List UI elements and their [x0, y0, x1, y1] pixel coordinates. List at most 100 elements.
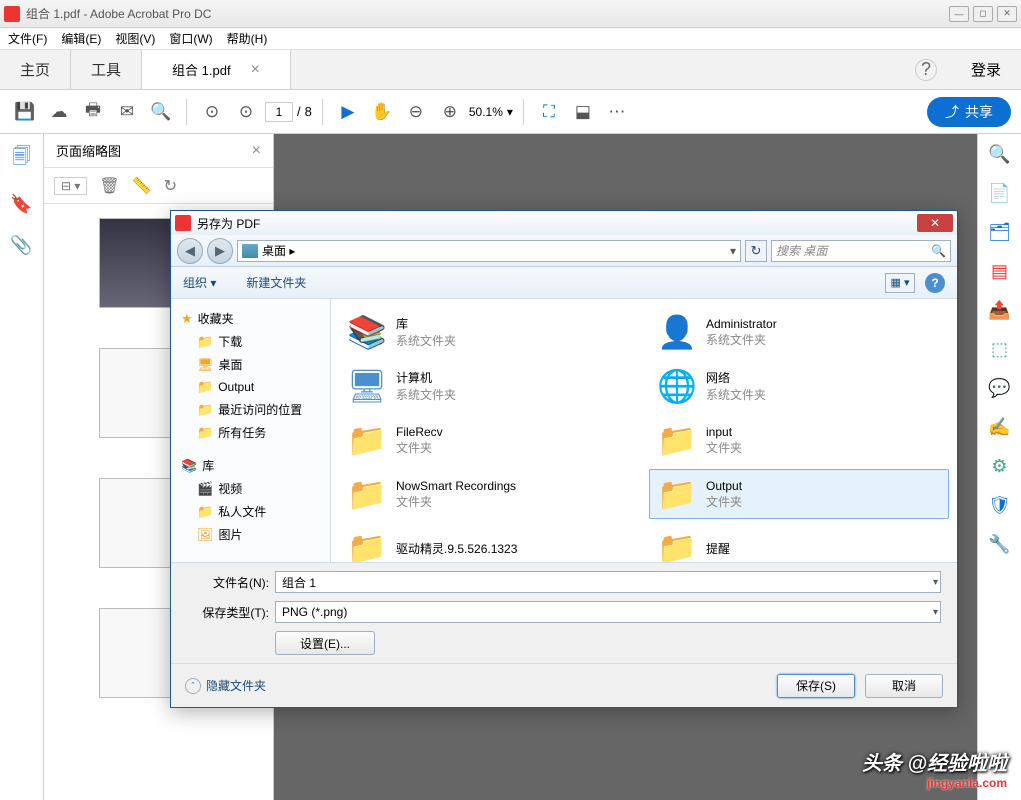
- tree-favorites[interactable]: ★收藏夹: [177, 307, 324, 330]
- file-name: Administrator: [706, 317, 777, 331]
- tab-close-icon[interactable]: ×: [251, 61, 260, 79]
- close-button[interactable]: ✕: [997, 6, 1017, 22]
- tree-recent[interactable]: 📁最近访问的位置: [193, 398, 324, 421]
- search-icon: 🔍: [931, 244, 946, 258]
- page-input[interactable]: [265, 102, 293, 122]
- menu-view[interactable]: 视图(V): [115, 30, 155, 47]
- menu-file[interactable]: 文件(F): [8, 30, 47, 47]
- folder-icon: 📁: [346, 474, 388, 514]
- view-mode-button[interactable]: ▦ ▾: [885, 273, 915, 293]
- optimize-icon[interactable]: ⚙: [991, 456, 1007, 477]
- tab-document[interactable]: 组合 1.pdf ×: [142, 50, 291, 89]
- tools-icon[interactable]: 🔧: [988, 534, 1010, 555]
- nav-back-button[interactable]: ◀: [177, 238, 203, 264]
- tree-video[interactable]: 🎬视频: [193, 477, 324, 500]
- thumb-delete-icon[interactable]: 🗑: [99, 176, 119, 196]
- save-icon[interactable]: 💾: [10, 97, 40, 127]
- fit-icon[interactable]: ⛶: [534, 97, 564, 127]
- filetype-select[interactable]: PNG (*.png) ▾: [275, 601, 941, 623]
- thumb-rotate-icon[interactable]: ↻: [164, 176, 177, 196]
- hand-icon[interactable]: ✋: [367, 97, 397, 127]
- more-icon[interactable]: ⋯: [602, 97, 632, 127]
- file-name: NowSmart Recordings: [396, 479, 516, 493]
- tree-output[interactable]: 📁Output: [193, 376, 324, 398]
- pointer-icon[interactable]: ▶: [333, 97, 363, 127]
- refresh-button[interactable]: ↻: [745, 240, 767, 262]
- file-item[interactable]: 📁FileRecv文件夹: [339, 415, 639, 465]
- print-icon[interactable]: 🖶: [78, 97, 108, 127]
- tree-desktop[interactable]: 🖥桌面: [193, 353, 324, 376]
- tab-document-label: 组合 1.pdf: [172, 60, 231, 79]
- file-item[interactable]: 🖥计算机系统文件夹: [339, 361, 639, 411]
- tree-alltasks[interactable]: 📁所有任务: [193, 421, 324, 444]
- file-item[interactable]: 📁input文件夹: [649, 415, 949, 465]
- nav-forward-button[interactable]: ▶: [207, 238, 233, 264]
- file-name: 库: [396, 315, 456, 332]
- file-item[interactable]: 📁NowSmart Recordings文件夹: [339, 469, 639, 519]
- tree-personal[interactable]: 📁私人文件: [193, 500, 324, 523]
- login-button[interactable]: 登录: [951, 50, 1021, 89]
- combine-icon[interactable]: 🗂: [988, 222, 1011, 243]
- left-rail: 🗐 🔖 📎: [0, 134, 44, 800]
- maximize-button[interactable]: ◻: [973, 6, 993, 22]
- dialog-toolbar: 组织 ▾ 新建文件夹 ▦ ▾ ?: [171, 267, 957, 299]
- help-icon[interactable]: ?: [915, 59, 937, 81]
- file-item[interactable]: 📁驱动精灵.9.5.526.1323: [339, 523, 639, 562]
- width-icon[interactable]: ⬓: [568, 97, 598, 127]
- file-name: input: [706, 425, 742, 439]
- edit-icon[interactable]: ⬚: [991, 339, 1008, 360]
- export-icon[interactable]: 📤: [988, 300, 1010, 321]
- save-button[interactable]: 保存(S): [777, 674, 855, 698]
- tree-pictures[interactable]: 🖼图片: [193, 523, 324, 546]
- bookmark-icon[interactable]: 🔖: [10, 194, 32, 215]
- filename-input[interactable]: 组合 1 ▾: [275, 571, 941, 593]
- minimize-button[interactable]: —: [949, 6, 969, 22]
- hide-folders-toggle[interactable]: ˆ 隐藏文件夹: [185, 677, 266, 694]
- comment-icon[interactable]: 💬: [988, 378, 1010, 399]
- zoom-in-icon[interactable]: ⊕: [435, 97, 465, 127]
- create-pdf-icon[interactable]: 📄: [988, 183, 1010, 204]
- file-item[interactable]: 👤Administrator系统文件夹: [649, 307, 949, 357]
- dialog-close-button[interactable]: ✕: [917, 214, 953, 232]
- lib-icon: 📚: [346, 312, 388, 352]
- breadcrumb[interactable]: 桌面 ▸ ▾: [237, 240, 741, 262]
- page-up-icon[interactable]: ⊙: [197, 97, 227, 127]
- search-plus-icon[interactable]: 🔍: [988, 144, 1010, 165]
- file-item[interactable]: 📁Output文件夹: [649, 469, 949, 519]
- tab-tools[interactable]: 工具: [71, 50, 142, 89]
- thumb-measure-icon[interactable]: 📏: [132, 176, 152, 196]
- tree-library[interactable]: 📚库: [177, 454, 324, 477]
- sign-icon[interactable]: ✍: [988, 417, 1010, 438]
- file-item[interactable]: 📁提醒: [649, 523, 949, 562]
- file-type: 系统文件夹: [706, 386, 766, 403]
- organize-icon[interactable]: ▤: [991, 261, 1008, 282]
- organize-menu[interactable]: 组织 ▾: [183, 274, 216, 291]
- tab-home[interactable]: 主页: [0, 50, 71, 89]
- network-icon: 🌐: [656, 366, 698, 406]
- menu-edit[interactable]: 编辑(E): [61, 30, 101, 47]
- menu-window[interactable]: 窗口(W): [169, 30, 212, 47]
- thumbnails-icon[interactable]: 🗐: [13, 144, 31, 174]
- protect-icon[interactable]: 🛡: [988, 495, 1011, 516]
- page-down-icon[interactable]: ⊙: [231, 97, 261, 127]
- new-folder-button[interactable]: 新建文件夹: [246, 274, 306, 291]
- attachment-icon[interactable]: 📎: [10, 235, 32, 256]
- cloud-icon[interactable]: ☁: [44, 97, 74, 127]
- zoom-select[interactable]: 50.1%▾: [469, 105, 513, 119]
- cancel-button[interactable]: 取消: [865, 674, 943, 698]
- panel-close-icon[interactable]: ×: [252, 142, 261, 160]
- settings-button[interactable]: 设置(E)...: [275, 631, 375, 655]
- zoom-out-icon[interactable]: ⊖: [401, 97, 431, 127]
- menu-help[interactable]: 帮助(H): [227, 30, 268, 47]
- share-button[interactable]: ⤴ 共享: [927, 97, 1011, 127]
- mail-icon[interactable]: ✉: [112, 97, 142, 127]
- file-name: Output: [706, 479, 742, 493]
- tree-downloads[interactable]: 📁下载: [193, 330, 324, 353]
- file-item[interactable]: 🌐网络系统文件夹: [649, 361, 949, 411]
- dialog-help-icon[interactable]: ?: [925, 273, 945, 293]
- thumb-options-icon[interactable]: ⊟ ▾: [54, 177, 87, 195]
- search-input[interactable]: 搜索 桌面 🔍: [771, 240, 951, 262]
- file-item[interactable]: 📚库系统文件夹: [339, 307, 639, 357]
- file-type: 文件夹: [706, 439, 742, 456]
- search-icon[interactable]: 🔍: [146, 97, 176, 127]
